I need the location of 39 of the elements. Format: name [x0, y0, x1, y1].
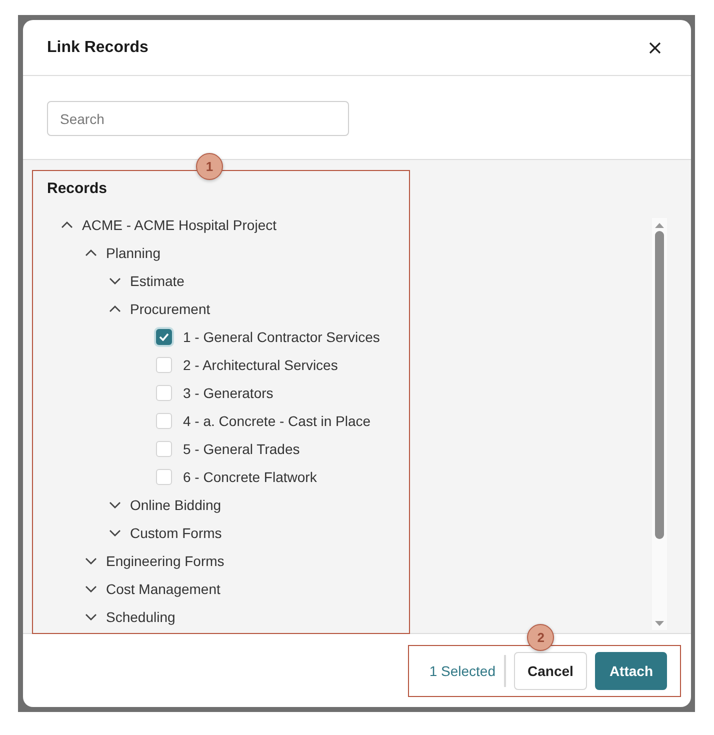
- chevron-down-icon[interactable]: [85, 613, 97, 621]
- search-field[interactable]: Search: [47, 101, 349, 136]
- scroll-up-icon[interactable]: [655, 223, 664, 228]
- chevron-down-icon[interactable]: [85, 585, 97, 593]
- close-button[interactable]: [647, 40, 663, 56]
- tree-item[interactable]: Procurement: [130, 301, 210, 317]
- record-label[interactable]: 1 - General Contractor Services: [183, 329, 380, 345]
- tree-item[interactable]: Scheduling: [106, 609, 176, 625]
- tree-item[interactable]: Engineering Forms: [106, 553, 224, 569]
- callout-badge: 1: [196, 153, 223, 180]
- tree-item[interactable]: Cost Management: [106, 581, 220, 597]
- scrollbar[interactable]: [652, 218, 667, 630]
- chevron-down-icon[interactable]: [85, 557, 97, 565]
- tree-item[interactable]: Online Bidding: [130, 497, 222, 513]
- chevron-up-icon[interactable]: [61, 221, 73, 229]
- scrollbar-thumb[interactable]: [655, 231, 664, 539]
- chevron-up-icon[interactable]: [85, 249, 97, 257]
- scroll-down-icon[interactable]: [655, 621, 664, 626]
- checkmark-icon: [159, 333, 169, 341]
- record-label[interactable]: 5 - General Trades: [183, 441, 300, 457]
- record-label[interactable]: 6 - Concrete Flatwork: [183, 469, 317, 485]
- chevron-down-icon[interactable]: [109, 277, 121, 285]
- chevron-down-icon[interactable]: [109, 529, 121, 537]
- panel-heading: Records: [46, 179, 108, 199]
- close-icon: [649, 42, 661, 54]
- chevron-down-icon[interactable]: [109, 501, 121, 509]
- tree-item[interactable]: Planning: [106, 245, 160, 261]
- record-label[interactable]: 2 - Architectural Services: [183, 357, 338, 373]
- dialog-title: Link Records: [47, 38, 148, 56]
- tree-item[interactable]: Estimate: [130, 273, 184, 289]
- tree-item[interactable]: ACME - ACME Hospital Project: [82, 217, 276, 233]
- record-label[interactable]: 3 - Generators: [183, 385, 274, 401]
- cancel-button[interactable]: Cancel: [514, 652, 588, 690]
- tree-item[interactable]: Custom Forms: [130, 525, 222, 541]
- attach-button[interactable]: Attach: [595, 652, 667, 690]
- record-label[interactable]: 4 - a. Concrete - Cast in Place: [183, 413, 371, 429]
- checkbox[interactable]: [156, 329, 172, 345]
- selected-count: 1 Selected: [429, 654, 506, 686]
- chevron-up-icon[interactable]: [109, 305, 121, 313]
